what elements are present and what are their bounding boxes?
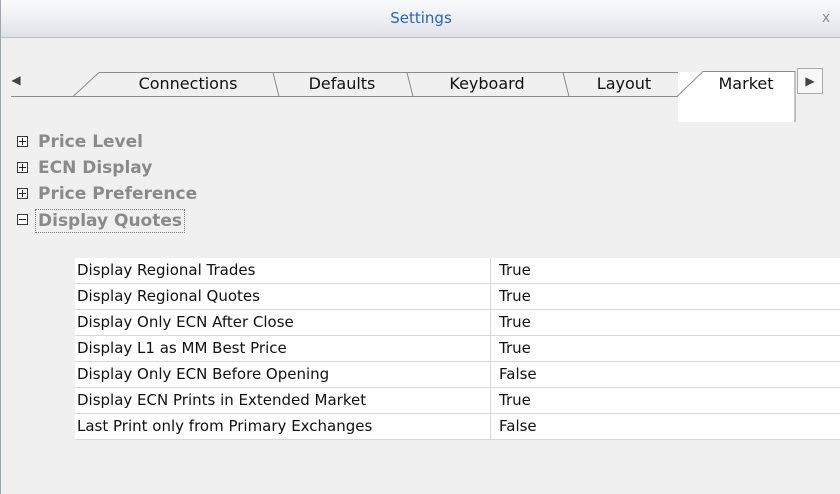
property-row[interactable]: Display L1 as MM Best Price True bbox=[75, 336, 840, 362]
expand-plus-icon[interactable] bbox=[17, 136, 28, 147]
property-name: Last Print only from Primary Exchanges bbox=[75, 414, 491, 439]
group-label: ECN Display bbox=[38, 158, 153, 178]
property-row[interactable]: Last Print only from Primary Exchanges F… bbox=[75, 414, 840, 440]
group-display-quotes[interactable]: Display Quotes bbox=[1, 208, 840, 234]
property-row[interactable]: Display Only ECN Before Opening False bbox=[75, 362, 840, 388]
tab-scroll-right-icon[interactable]: ▶ bbox=[797, 68, 823, 94]
close-icon[interactable]: x bbox=[817, 9, 835, 27]
property-name: Display Only ECN After Close bbox=[75, 310, 491, 335]
tab-connections[interactable]: Connections bbox=[107, 72, 269, 96]
property-value[interactable]: True bbox=[499, 388, 531, 413]
tab-strip: ◀ Connections Defaults Keyboard Layout M… bbox=[1, 38, 840, 122]
tab-defaults[interactable]: Defaults bbox=[281, 72, 403, 96]
tab-scroll-left-icon[interactable]: ◀ bbox=[9, 69, 23, 91]
property-row[interactable]: Display Regional Quotes True bbox=[75, 284, 840, 310]
tab-market[interactable]: Market bbox=[701, 72, 791, 96]
settings-window: Settings x ◀ Connections Defaults Keyboa… bbox=[0, 0, 840, 494]
expand-plus-icon[interactable] bbox=[17, 188, 28, 199]
property-name: Display Only ECN Before Opening bbox=[75, 362, 491, 387]
group-label: Display Quotes bbox=[35, 209, 186, 233]
expand-plus-icon[interactable] bbox=[17, 162, 28, 173]
property-row[interactable]: Display Only ECN After Close True bbox=[75, 310, 840, 336]
group-label: Price Level bbox=[38, 132, 143, 152]
property-name: Display L1 as MM Best Price bbox=[75, 336, 491, 361]
collapse-minus-icon[interactable] bbox=[17, 214, 28, 225]
title-bar[interactable]: Settings x bbox=[1, 0, 840, 38]
property-value[interactable]: False bbox=[499, 362, 537, 387]
property-value[interactable]: True bbox=[499, 284, 531, 309]
group-label: Price Preference bbox=[38, 184, 198, 204]
window-title: Settings bbox=[390, 9, 452, 27]
property-value[interactable]: True bbox=[499, 258, 531, 283]
property-row[interactable]: Display Regional Trades True bbox=[75, 258, 840, 284]
property-name: Display Regional Quotes bbox=[75, 284, 491, 309]
property-value[interactable]: True bbox=[499, 310, 531, 335]
property-name: Display Regional Trades bbox=[75, 258, 491, 283]
tab-layout[interactable]: Layout bbox=[571, 72, 677, 96]
group-price-preference[interactable]: Price Preference bbox=[1, 182, 840, 208]
property-grid: Price Level ECN Display Price Preference… bbox=[1, 122, 840, 494]
property-row[interactable]: Display ECN Prints in Extended Market Tr… bbox=[75, 388, 840, 414]
property-value[interactable]: True bbox=[499, 336, 531, 361]
property-list: Display Regional Trades True Display Reg… bbox=[75, 258, 840, 440]
group-price-level[interactable]: Price Level bbox=[1, 130, 840, 156]
property-value[interactable]: False bbox=[499, 414, 537, 439]
property-name: Display ECN Prints in Extended Market bbox=[75, 388, 491, 413]
tab-keyboard[interactable]: Keyboard bbox=[415, 72, 559, 96]
group-ecn-display[interactable]: ECN Display bbox=[1, 156, 840, 182]
